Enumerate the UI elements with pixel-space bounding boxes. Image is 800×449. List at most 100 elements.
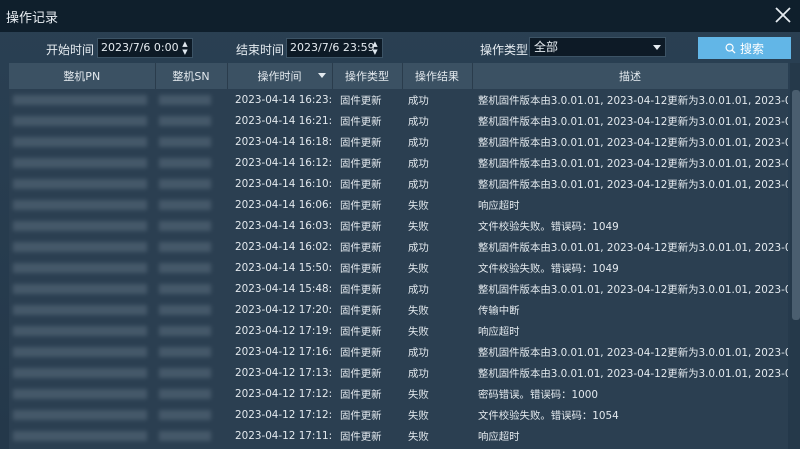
table-row[interactable]: 2023-04-14 16:10:18 固件更新 成功 整机固件版本由3.0.01.0… [9,173,788,194]
end-time-input[interactable]: 2023/7/6 23:59 ▲ ▼ [286,38,383,58]
cell-time: 2023-04-12 17:16:00 [235,345,332,358]
cell-pn [9,236,155,257]
cell-pn [9,89,155,110]
sort-desc-icon[interactable] [317,73,326,78]
table-row[interactable]: 2023-04-12 17:13:50 固件更新 成功 整机固件版本由3.0.01.0… [9,362,788,383]
spin-down-icon[interactable]: ▼ [180,48,190,56]
cell-time: 2023-04-14 16:23:42 [235,93,332,106]
redacted-value [159,241,211,252]
cell-sn [155,383,227,404]
cell-time: 2023-04-14 16:21:12 [235,114,332,127]
cell-type: 固件更新 [340,95,382,107]
cell-description: 整机固件版本由3.0.01.01, 2023-04-12更新为3.0.01.01… [478,242,788,254]
spin-up-icon[interactable]: ▲ [180,40,190,48]
cell-time: 2023-04-12 17:12:42 [235,387,332,400]
cell-result: 成功 [408,116,429,128]
redacted-value [13,283,147,294]
cell-result: 失败 [408,263,429,275]
table-row[interactable]: 2023-04-14 16:23:42 固件更新 成功 整机固件版本由3.0.01.0… [9,89,788,110]
table-row[interactable]: 2023-04-14 16:12:34 固件更新 成功 整机固件版本由3.0.01.0… [9,152,788,173]
cell-pn [9,362,155,383]
table-row[interactable]: 2023-04-12 17:11:35 固件更新 失败 响应超时 [9,425,788,446]
table-body: 2023-04-14 16:23:42固件更新成功整机固件版本由3.0.01.0… [9,89,788,446]
cell-result: 成功 [408,242,429,254]
cell-description: 文件校验失败。错误码：1049 [478,263,619,275]
redacted-value [13,241,147,252]
cell-pn [9,110,155,131]
search-button[interactable]: 搜索 [698,37,791,59]
redacted-value [159,283,211,294]
cell-time: 2023-04-14 16:18:58 [235,135,332,148]
redacted-value [159,325,211,336]
redacted-value [159,430,211,441]
cell-type: 固件更新 [340,137,382,149]
cell-sn [155,215,227,236]
cell-sn [155,257,227,278]
col-header-pn[interactable]: 整机PN [9,63,156,89]
cell-result: 失败 [408,305,429,317]
cell-description: 整机固件版本由3.0.01.01, 2023-04-12更新为3.0.01.01… [478,368,788,380]
cell-description: 整机固件版本由3.0.01.01, 2023-04-12更新为3.0.01.01… [478,179,788,191]
table-row[interactable]: 2023-04-12 17:12:42 固件更新 失败 密码错误。错误码：1000 [9,383,788,404]
redacted-value [13,199,147,210]
cell-result: 成功 [408,179,429,191]
cell-pn [9,404,155,425]
start-time-spinner[interactable]: ▲ ▼ [180,40,190,56]
redacted-value [13,430,147,441]
end-time-spinner[interactable]: ▲ ▼ [370,40,380,56]
col-header-sn[interactable]: 整机SN [155,63,228,89]
table-row[interactable]: 2023-04-14 16:02:18 固件更新 成功 整机固件版本由3.0.01.0… [9,236,788,257]
table-row[interactable]: 2023-04-14 16:18:58 固件更新 成功 整机固件版本由3.0.01.0… [9,131,788,152]
table-row[interactable]: 2023-04-14 16:21:12 固件更新 成功 整机固件版本由3.0.01.0… [9,110,788,131]
cell-type: 固件更新 [340,368,382,380]
cell-time: 2023-04-14 15:50:46 [235,261,332,274]
table-row[interactable]: 2023-04-12 17:12:10 固件更新 失败 文件校验失败。错误码：1054 [9,404,788,425]
cell-description: 响应超时 [478,326,520,338]
table-row[interactable]: 2023-04-12 17:20:46 固件更新 失败 传输中断 [9,299,788,320]
col-header-result[interactable]: 操作结果 [402,63,473,89]
cell-result: 成功 [408,137,429,149]
cell-sn [155,362,227,383]
table-row[interactable]: 2023-04-14 16:06:14 固件更新 失败 响应超时 [9,194,788,215]
cell-description: 整机固件版本由3.0.01.01, 2023-04-12更新为3.0.01.01… [478,116,788,128]
close-icon [775,7,791,23]
start-time-value: 2023/7/6 0:00 [101,41,179,54]
cell-result: 失败 [408,431,429,443]
cell-sn [155,131,227,152]
redacted-value [159,136,211,147]
cell-sn [155,404,227,425]
start-time-input[interactable]: 2023/7/6 0:00 ▲ ▼ [97,38,193,58]
spin-down-icon[interactable]: ▼ [370,48,380,56]
cell-type: 固件更新 [340,389,382,401]
col-header-time-label: 操作时间 [257,70,302,83]
table-row[interactable]: 2023-04-12 17:16:00 固件更新 成功 整机固件版本由3.0.01.0… [9,341,788,362]
cell-description: 整机固件版本由3.0.01.01, 2023-04-12更新为3.0.01.01… [478,347,788,359]
cell-time: 2023-04-14 16:10:18 [235,177,332,190]
cell-type: 固件更新 [340,116,382,128]
col-header-type[interactable]: 操作类型 [332,63,403,89]
spin-up-icon[interactable]: ▲ [370,40,380,48]
table-row[interactable]: 2023-04-14 15:48:58 固件更新 成功 整机固件版本由3.0.01.0… [9,278,788,299]
redacted-value [159,178,211,189]
cell-time: 2023-04-14 16:06:14 [235,198,332,211]
redacted-value [159,304,211,315]
cell-description: 密码错误。错误码：1000 [478,389,598,401]
close-button[interactable] [772,4,794,26]
cell-time: 2023-04-12 17:20:46 [235,303,332,316]
cell-time: 2023-04-14 16:03:50 [235,219,332,232]
cell-time: 2023-04-14 16:02:18 [235,240,332,253]
table-row[interactable]: 2023-04-14 15:50:46 固件更新 失败 文件校验失败。错误码：1049 [9,257,788,278]
redacted-value [159,220,211,231]
operation-log-dialog: 操作记录 开始时间 2023/7/6 0:00 ▲ ▼ 结束时间 2023/7/… [0,0,800,449]
table-row[interactable]: 2023-04-14 16:03:50 固件更新 失败 文件校验失败。错误码：1049 [9,215,788,236]
operation-type-select[interactable]: 全部 [529,37,666,57]
redacted-value [159,157,211,168]
col-header-time[interactable]: 操作时间 [227,63,333,89]
cell-sn [155,110,227,131]
cell-type: 固件更新 [340,200,382,212]
table-row[interactable]: 2023-04-12 17:19:57 固件更新 失败 响应超时 [9,320,788,341]
cell-description: 响应超时 [478,200,520,212]
col-header-desc[interactable]: 描述 [472,63,788,89]
scrollbar-thumb[interactable] [792,90,800,320]
cell-result: 成功 [408,95,429,107]
